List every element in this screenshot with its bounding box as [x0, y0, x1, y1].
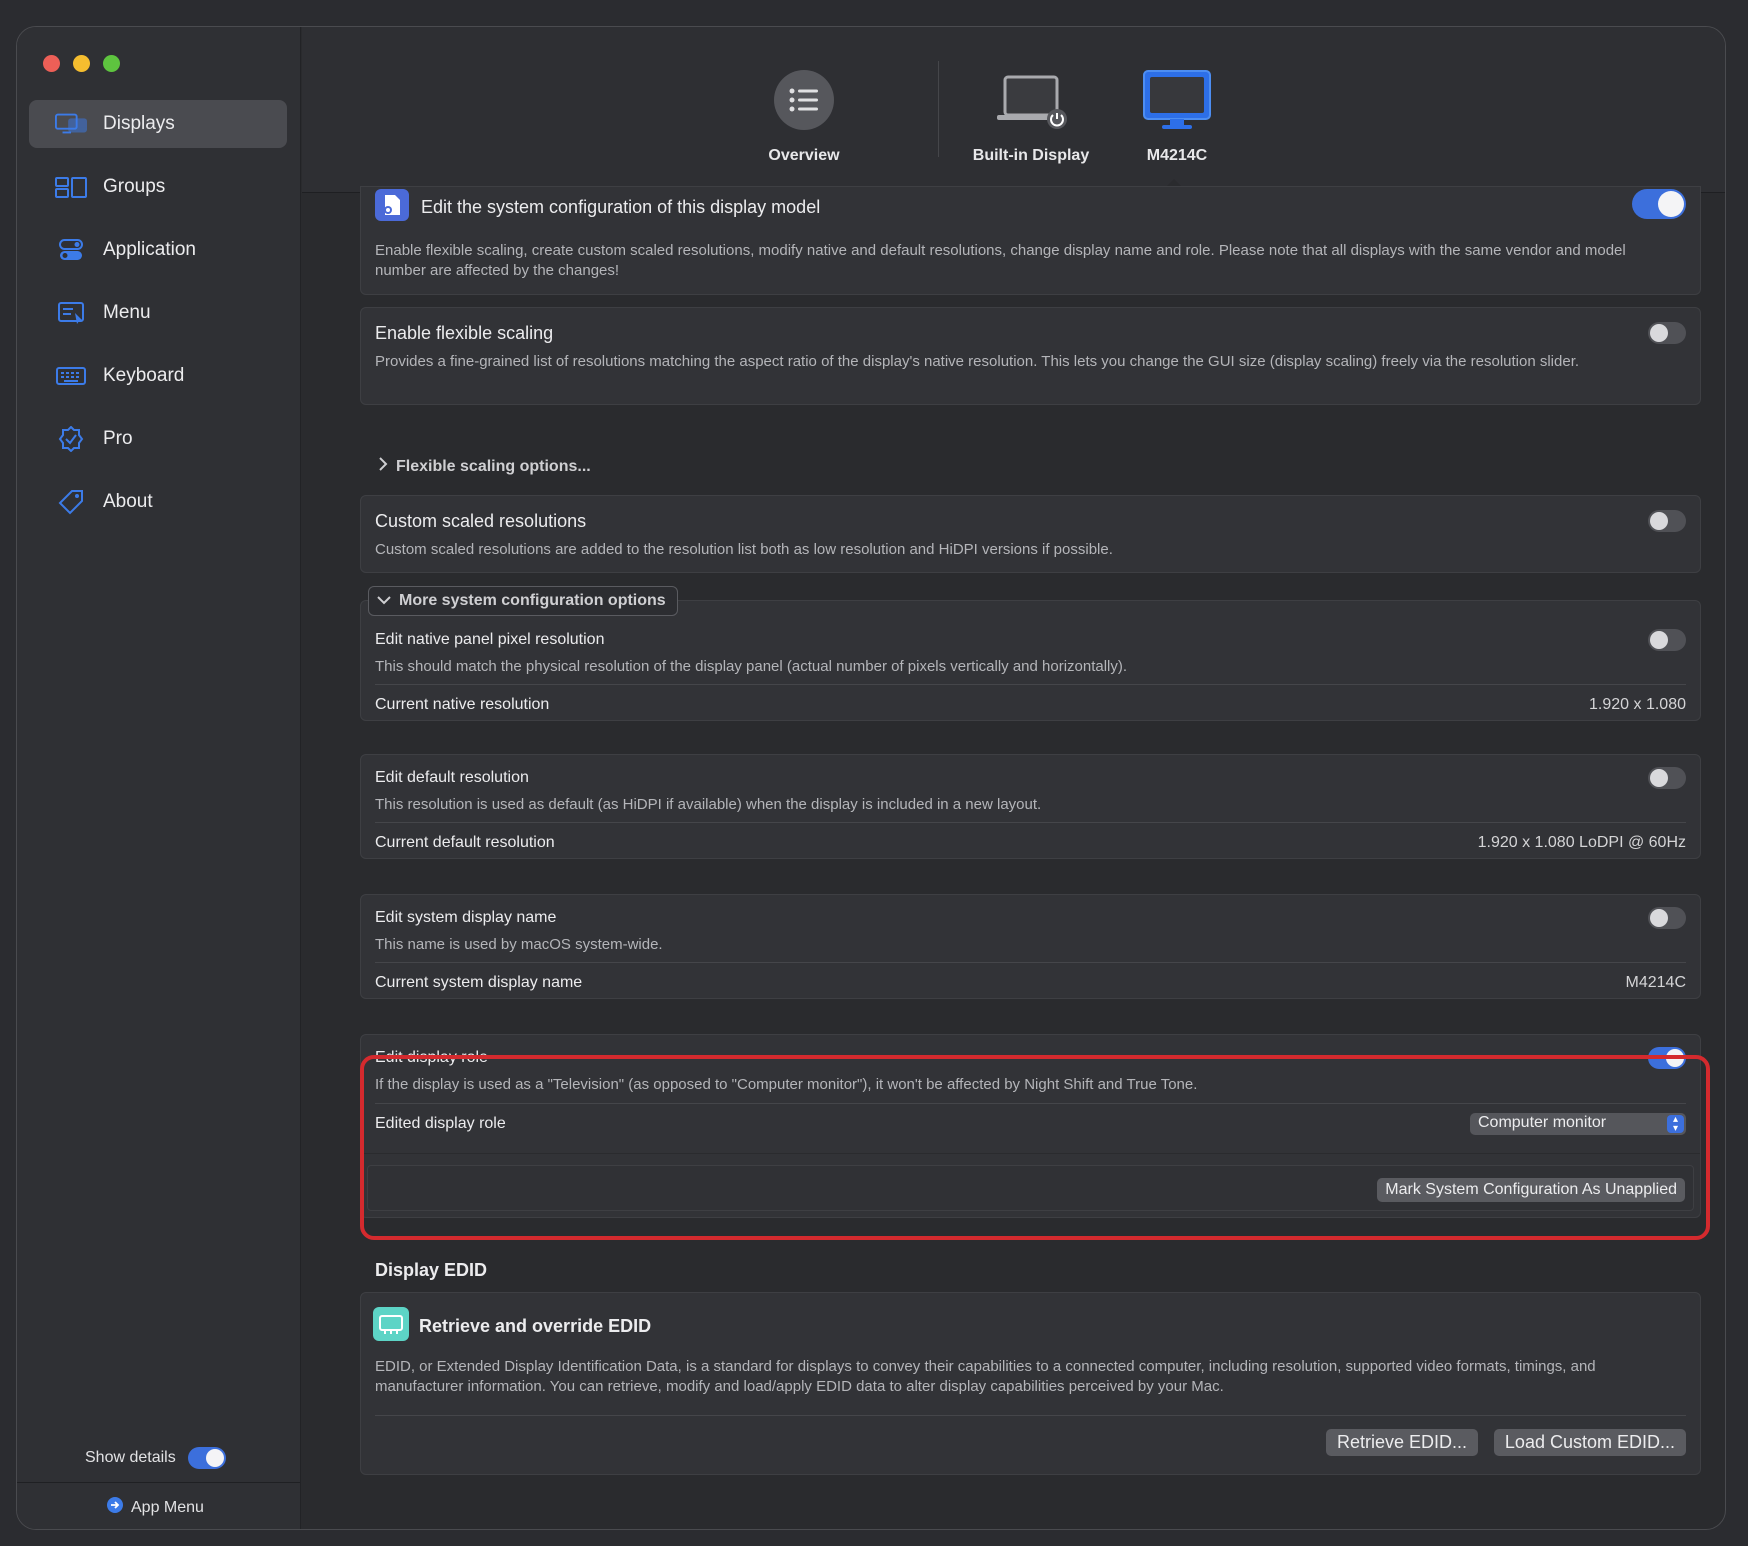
tag-icon — [55, 490, 87, 515]
show-details-row: Show details — [85, 1447, 226, 1469]
flexible-scaling-options-label: Flexible scaling options... — [396, 457, 591, 475]
row-divider — [375, 1415, 1686, 1416]
chevron-right-icon — [378, 457, 388, 476]
row-divider — [375, 962, 1686, 963]
display-name-toggle[interactable] — [1648, 907, 1686, 929]
sidebar-item-about[interactable]: About — [29, 478, 287, 526]
current-native-resolution-value: 1.920 x 1.080 — [1589, 696, 1686, 713]
default-resolution-card: Edit default resolution This resolution … — [360, 754, 1701, 859]
close-window-button[interactable] — [43, 55, 60, 72]
retrieve-edid-button[interactable]: Retrieve EDID... — [1325, 1429, 1478, 1456]
tab-label: Overview — [768, 147, 840, 164]
system-config-title: Edit the system configuration of this di… — [421, 197, 821, 217]
edid-chip-icon — [373, 1307, 409, 1346]
custom-scaled-toggle[interactable] — [1648, 510, 1686, 532]
sidebar-item-application[interactable]: Application — [29, 226, 287, 274]
sidebar-item-displays[interactable]: Displays — [29, 100, 287, 148]
display-toolbar: Overview Built-in Display M4214C — [302, 27, 1725, 193]
current-default-resolution-value: 1.920 x 1.080 LoDPI @ 60Hz — [1477, 834, 1686, 851]
load-custom-edid-button[interactable]: Load Custom EDID... — [1493, 1429, 1686, 1456]
default-resolution-toggle[interactable] — [1648, 767, 1686, 789]
edid-description: EDID, or Extended Display Identification… — [375, 1358, 1596, 1395]
tab-label: M4214C — [1146, 147, 1208, 164]
tab-m4214c[interactable]: M4214C — [1122, 61, 1232, 165]
sidebar-item-keyboard[interactable]: Keyboard — [29, 352, 287, 400]
displays-icon — [55, 112, 87, 136]
native-resolution-description: This should match the physical resolutio… — [375, 658, 1128, 675]
app-menu-label: App Menu — [131, 1498, 204, 1516]
default-resolution-title: Edit default resolution — [375, 769, 529, 786]
menu-icon — [55, 301, 87, 325]
sidebar-item-label: Menu — [103, 302, 151, 323]
zoom-window-button[interactable] — [103, 55, 120, 72]
monitor-icon — [1122, 61, 1232, 139]
pro-badge-icon — [55, 426, 87, 452]
list-icon — [749, 61, 859, 139]
sidebar-item-label: Keyboard — [103, 365, 185, 386]
current-native-resolution-label: Current native resolution — [375, 696, 550, 713]
display-name-title: Edit system display name — [375, 909, 557, 926]
sidebar-item-label: Displays — [103, 113, 175, 134]
flexible-scaling-options-disclosure[interactable]: Flexible scaling options... — [378, 457, 591, 476]
current-display-name-label: Current system display name — [375, 974, 583, 991]
window-controls — [43, 55, 120, 72]
sidebar-item-label: Groups — [103, 176, 166, 197]
row-divider — [375, 822, 1686, 823]
flexible-scaling-card: Enable flexible scaling Provides a fine-… — [360, 307, 1701, 405]
native-resolution-card: Edit native panel pixel resolution This … — [360, 600, 1701, 721]
settings-content: Edit the system configuration of this di… — [302, 186, 1725, 1529]
current-display-name-value: M4214C — [1625, 974, 1686, 991]
show-details-toggle[interactable] — [187, 1447, 226, 1469]
arrow-circle-icon — [107, 1497, 123, 1518]
laptop-icon — [966, 61, 1096, 139]
system-config-description: Enable flexible scaling, create custom s… — [375, 242, 1626, 279]
sidebar-item-menu[interactable]: Menu — [29, 289, 287, 337]
edid-section-title: Display EDID — [375, 1260, 488, 1280]
flexible-scaling-description: Provides a fine-grained list of resoluti… — [375, 353, 1580, 370]
gear-document-icon — [375, 189, 409, 226]
current-default-resolution-label: Current default resolution — [375, 834, 555, 851]
system-config-toggle[interactable] — [1632, 189, 1686, 219]
show-details-label: Show details — [85, 1449, 176, 1466]
sidebar-divider — [17, 1482, 300, 1483]
sidebar-item-label: Application — [103, 239, 196, 260]
sidebar-item-label: About — [103, 491, 153, 512]
toolbar-divider — [938, 61, 939, 157]
app-menu-button[interactable]: App Menu — [107, 1497, 204, 1518]
sidebar-item-groups[interactable]: Groups — [29, 163, 287, 211]
more-options-disclosure[interactable]: More system configuration options — [368, 586, 678, 616]
tab-built-in-display[interactable]: Built-in Display — [966, 61, 1096, 165]
row-divider — [375, 684, 1686, 685]
sidebar: Displays Groups Application Menu Keyboar… — [17, 27, 301, 1529]
display-name-description: This name is used by macOS system-wide. — [375, 936, 663, 953]
app-window: Displays Groups Application Menu Keyboar… — [16, 26, 1726, 1530]
tab-overview[interactable]: Overview — [749, 61, 859, 165]
edid-card: Retrieve and override EDID EDID, or Exte… — [360, 1292, 1701, 1475]
tab-label: Built-in Display — [972, 147, 1090, 164]
highlight-box — [360, 1055, 1710, 1240]
chevron-down-icon — [377, 592, 391, 610]
more-options-label: More system configuration options — [399, 592, 666, 609]
groups-icon — [55, 175, 87, 199]
flexible-scaling-title: Enable flexible scaling — [375, 323, 554, 343]
sidebar-item-pro[interactable]: Pro — [29, 415, 287, 463]
display-name-card: Edit system display name This name is us… — [360, 894, 1701, 999]
flexible-scaling-toggle[interactable] — [1648, 322, 1686, 344]
custom-scaled-title: Custom scaled resolutions — [375, 511, 587, 531]
minimize-window-button[interactable] — [73, 55, 90, 72]
sidebar-item-label: Pro — [103, 428, 133, 449]
keyboard-icon — [55, 364, 87, 388]
sidebar-nav: Displays Groups Application Menu Keyboar… — [29, 100, 287, 541]
custom-scaled-description: Custom scaled resolutions are added to t… — [375, 541, 1113, 558]
application-icon — [55, 238, 87, 262]
custom-scaled-card: Custom scaled resolutions Custom scaled … — [360, 495, 1701, 573]
edid-title: Retrieve and override EDID — [419, 1316, 652, 1336]
native-resolution-toggle[interactable] — [1648, 629, 1686, 651]
default-resolution-description: This resolution is used as default (as H… — [375, 796, 1042, 813]
system-config-card: Edit the system configuration of this di… — [360, 186, 1701, 295]
native-resolution-title: Edit native panel pixel resolution — [375, 631, 605, 648]
